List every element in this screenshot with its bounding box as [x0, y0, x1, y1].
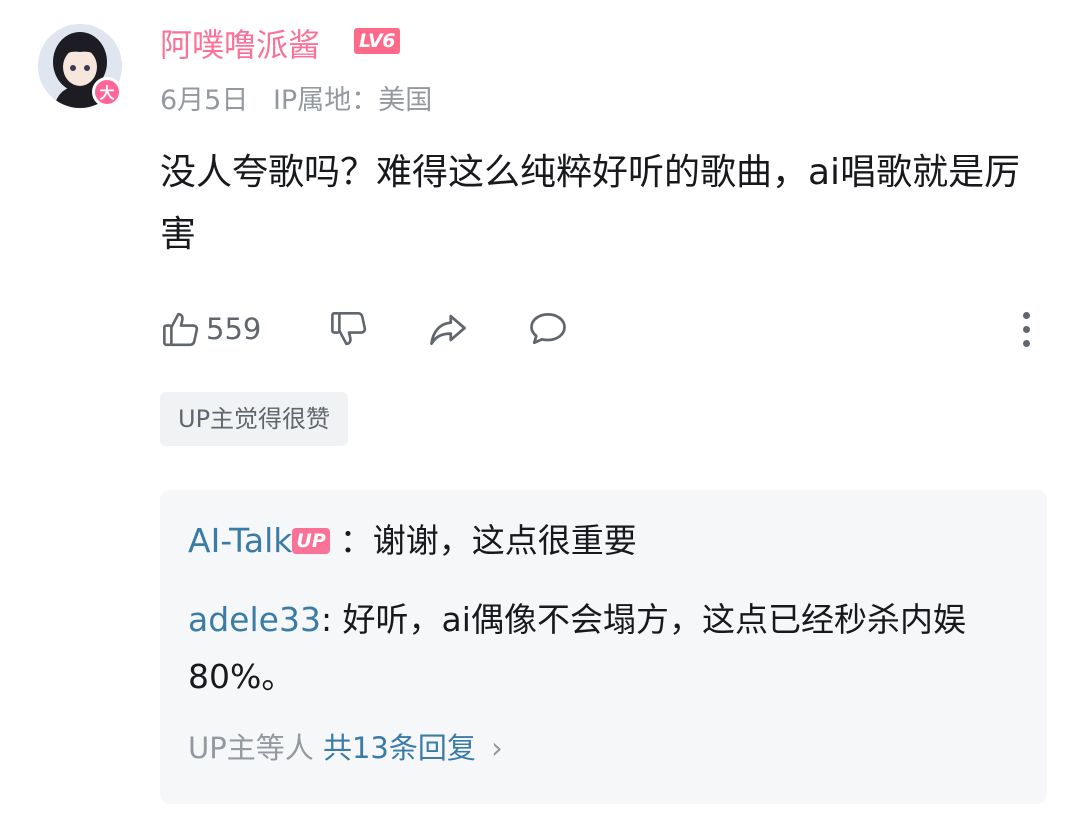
- comment-actions: 559: [160, 305, 1040, 353]
- comment-text: 没人夸歌吗？难得这么纯粹好听的歌曲，ai唱歌就是厉害: [160, 152, 1021, 255]
- reply-separator: ：: [339, 521, 373, 560]
- like-count: 559: [206, 312, 262, 346]
- comment-icon: [526, 307, 570, 351]
- share-icon: [426, 307, 470, 351]
- ip-location: IP属地：美国: [272, 85, 433, 116]
- like-icon: [160, 308, 202, 350]
- up-badge: UP: [292, 527, 330, 554]
- more-button[interactable]: [1012, 305, 1040, 353]
- dislike-icon: [328, 308, 370, 350]
- comment-date: 6月5日: [160, 85, 249, 116]
- more-replies-prefix: UP主等人: [188, 731, 314, 765]
- reply-button[interactable]: [526, 305, 570, 353]
- like-button[interactable]: 559: [160, 305, 261, 353]
- reply-username[interactable]: adele33: [188, 600, 321, 639]
- more-replies-total: 共13条回复: [322, 731, 476, 765]
- username[interactable]: 阿噗噜派酱: [160, 20, 320, 66]
- share-button[interactable]: [426, 305, 470, 353]
- up-liked-tag: UP主觉得很赞: [160, 392, 349, 446]
- comment-meta: 6月5日 IP属地：美国: [160, 78, 432, 117]
- dislike-button[interactable]: [328, 305, 370, 353]
- reply-text: 谢谢，这点很重要: [372, 521, 637, 560]
- chevron-right-icon: ›: [491, 731, 503, 765]
- reply-item: AI-Talk UP ：谢谢，这点很重要: [188, 512, 1018, 569]
- level-badge: LV6: [354, 28, 400, 54]
- view-more-replies[interactable]: UP主等人 共13条回复 ›: [188, 724, 503, 772]
- reply-item: adele33: 好听，ai偶像不会塌方，这点已经秒杀内娱 80%。: [188, 591, 1018, 705]
- reply-username[interactable]: AI-Talk: [188, 521, 292, 560]
- avatar-badge: 大: [92, 77, 122, 107]
- more-vertical-icon: [1022, 311, 1030, 319]
- reply-separator: :: [320, 600, 343, 639]
- replies-panel: AI-Talk UP ：谢谢，这点很重要 adele33: 好听，ai偶像不会塌方，…: [160, 490, 1047, 804]
